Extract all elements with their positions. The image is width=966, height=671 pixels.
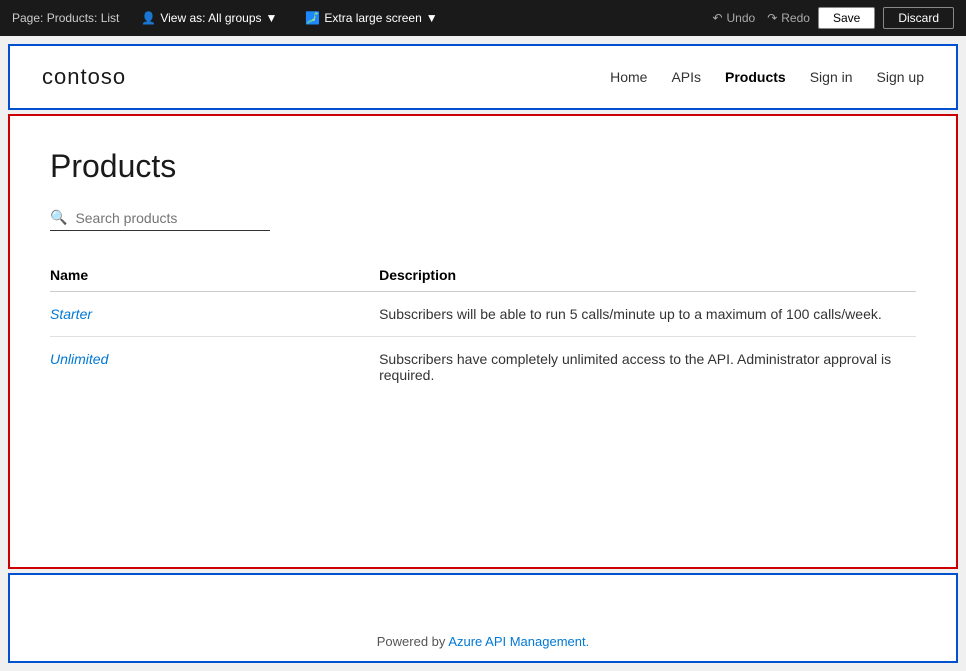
toolbar-left: Page: Products: List 👤 View as: All grou…	[12, 9, 696, 27]
discard-button[interactable]: Discard	[883, 7, 954, 29]
undo-icon: ↶	[712, 11, 722, 25]
page-title: Products	[50, 148, 916, 185]
header-section: contoso Home APIs Products Sign in Sign …	[8, 44, 958, 110]
table-header: Name Description	[50, 259, 916, 292]
site-logo: contoso	[42, 64, 126, 90]
main-wrapper: contoso Home APIs Products Sign in Sign …	[0, 36, 966, 671]
product-desc-unlimited: Subscribers have completely unlimited ac…	[379, 337, 916, 398]
products-table: Name Description Starter Subscribers wil…	[50, 259, 916, 397]
users-icon: 👤	[141, 11, 156, 25]
search-icon: 🔍	[50, 209, 67, 226]
undo-redo-group: ↶ Undo ↷ Redo	[712, 11, 810, 25]
redo-icon: ↷	[767, 11, 777, 25]
view-as-button[interactable]: 👤 View as: All groups ▼	[135, 9, 283, 27]
nav-products[interactable]: Products	[725, 69, 786, 85]
nav-sign-up[interactable]: Sign up	[877, 69, 924, 85]
product-link-unlimited[interactable]: Unlimited	[50, 351, 108, 367]
undo-button[interactable]: ↶ Undo	[712, 11, 755, 25]
product-desc-starter: Subscribers will be able to run 5 calls/…	[379, 292, 916, 337]
toolbar: Page: Products: List 👤 View as: All grou…	[0, 0, 966, 36]
site-nav: Home APIs Products Sign in Sign up	[610, 69, 924, 85]
table-header-row: Name Description	[50, 259, 916, 292]
nav-apis[interactable]: APIs	[671, 69, 701, 85]
table-row: Unlimited Subscribers have completely un…	[50, 337, 916, 398]
nav-home[interactable]: Home	[610, 69, 647, 85]
search-input[interactable]	[75, 210, 270, 226]
footer-text: Powered by Azure API Management.	[377, 634, 589, 649]
save-button[interactable]: Save	[818, 7, 875, 29]
nav-sign-in[interactable]: Sign in	[810, 69, 853, 85]
monitor-icon: 🗾	[305, 11, 320, 25]
redo-button[interactable]: ↷ Redo	[767, 11, 810, 25]
content-section: Products 🔍 Name Description Starter Subs…	[8, 114, 958, 569]
chevron-down-icon: ▼	[266, 11, 278, 25]
table-row: Starter Subscribers will be able to run …	[50, 292, 916, 337]
col-desc-header: Description	[379, 259, 916, 292]
product-name-unlimited: Unlimited	[50, 337, 379, 398]
page-label: Page: Products: List	[12, 11, 119, 25]
footer-section: Powered by Azure API Management.	[8, 573, 958, 663]
col-name-header: Name	[50, 259, 379, 292]
search-container: 🔍	[50, 209, 270, 231]
screen-size-button[interactable]: 🗾 Extra large screen ▼	[299, 9, 443, 27]
chevron-down-icon: ▼	[426, 11, 438, 25]
toolbar-right: ↶ Undo ↷ Redo Save Discard	[712, 7, 954, 29]
product-link-starter[interactable]: Starter	[50, 306, 92, 322]
site-header: contoso Home APIs Products Sign in Sign …	[10, 46, 956, 108]
product-name-starter: Starter	[50, 292, 379, 337]
footer-link[interactable]: Azure API Management.	[448, 634, 589, 649]
table-body: Starter Subscribers will be able to run …	[50, 292, 916, 398]
